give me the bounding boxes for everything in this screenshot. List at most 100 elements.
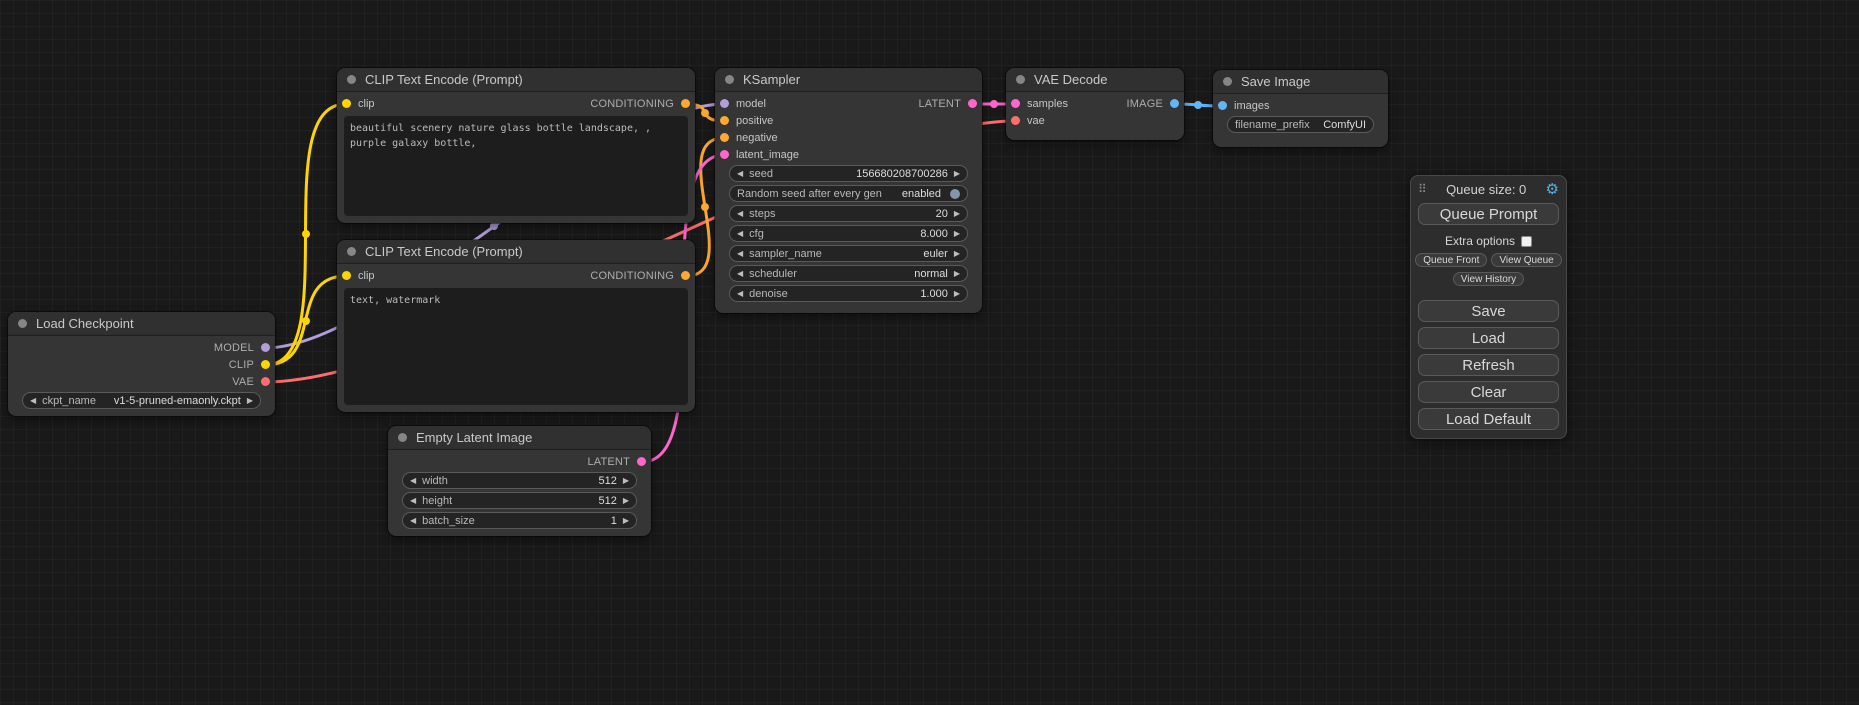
samples-input-slot[interactable] (1011, 99, 1020, 108)
node-ksampler[interactable]: KSampler model LATENT positive (715, 68, 982, 313)
collapse-dot-icon[interactable] (1016, 75, 1025, 84)
increment-arrow-icon[interactable]: ▶ (954, 230, 960, 238)
widget-value: ComfyUI (1323, 119, 1366, 131)
increment-arrow-icon[interactable]: ▶ (954, 270, 960, 278)
image-output-slot[interactable] (1170, 99, 1179, 108)
node-vae-decode[interactable]: VAE Decode samples IMAGE vae (1006, 68, 1184, 140)
latent-output-slot[interactable] (968, 99, 977, 108)
node-empty-latent-image[interactable]: Empty Latent Image LATENT ◀ width 512 ▶ … (388, 426, 651, 536)
prompt-textarea[interactable]: beautiful scenery nature glass bottle la… (344, 116, 688, 216)
load-button[interactable]: Load (1418, 327, 1559, 349)
increment-arrow-icon[interactable]: ▶ (954, 290, 960, 298)
wire-midpoint-dot (990, 100, 998, 108)
save-button[interactable]: Save (1418, 300, 1559, 322)
cfg-widget[interactable]: ◀ cfg 8.000 ▶ (729, 225, 968, 242)
vae-input-slot[interactable] (1011, 116, 1020, 125)
increment-arrow-icon[interactable]: ▶ (623, 497, 629, 505)
increment-arrow-icon[interactable]: ▶ (623, 517, 629, 525)
view-queue-button[interactable]: View Queue (1491, 253, 1561, 267)
increment-arrow-icon[interactable]: ▶ (954, 170, 960, 178)
widget-value: 512 (598, 495, 616, 507)
latent-output-slot[interactable] (637, 457, 646, 466)
prompt-textarea[interactable]: text, watermark (344, 288, 688, 405)
sampler-name-widget[interactable]: ◀ sampler_name euler ▶ (729, 245, 968, 262)
view-history-button[interactable]: View History (1453, 272, 1524, 286)
latent-image-input-slot[interactable] (720, 150, 729, 159)
ckpt-name-widget[interactable]: ◀ ckpt_name v1-5-pruned-emaonly.ckpt ▶ (22, 392, 261, 409)
denoise-widget[interactable]: ◀ denoise 1.000 ▶ (729, 285, 968, 302)
node-title-bar[interactable]: KSampler (715, 68, 982, 92)
seed-widget[interactable]: ◀ seed 156680208700286 ▶ (729, 165, 968, 182)
collapse-dot-icon[interactable] (1223, 77, 1232, 86)
node-save-image[interactable]: Save Image images filename_prefix ComfyU… (1213, 70, 1388, 147)
increment-arrow-icon[interactable]: ▶ (954, 250, 960, 258)
node-clip-text-encode-negative[interactable]: CLIP Text Encode (Prompt) clip CONDITION… (337, 240, 695, 412)
node-canvas[interactable]: Load Checkpoint MODEL CLIP VAE (0, 0, 1859, 705)
decrement-arrow-icon[interactable]: ◀ (410, 497, 416, 505)
queue-actions-row: Queue Front View Queue (1418, 253, 1559, 267)
collapse-dot-icon[interactable] (347, 247, 356, 256)
drag-handle-icon[interactable]: ⠿ (1418, 183, 1427, 195)
clip-input-slot[interactable] (342, 271, 351, 280)
steps-widget[interactable]: ◀ steps 20 ▶ (729, 205, 968, 222)
increment-arrow-icon[interactable]: ▶ (954, 210, 960, 218)
increment-arrow-icon[interactable]: ▶ (247, 397, 253, 405)
clear-button[interactable]: Clear (1418, 381, 1559, 403)
decrement-arrow-icon[interactable]: ◀ (737, 210, 743, 218)
clip-output-slot[interactable] (261, 360, 270, 369)
conditioning-output-slot[interactable] (681, 99, 690, 108)
settings-gear-icon[interactable]: ⚙ (1546, 182, 1559, 197)
slot-row: model LATENT (715, 95, 982, 112)
decrement-arrow-icon[interactable]: ◀ (30, 397, 36, 405)
model-input-slot[interactable] (720, 99, 729, 108)
queue-prompt-button[interactable]: Queue Prompt (1418, 203, 1559, 225)
filename-prefix-widget[interactable]: filename_prefix ComfyUI (1227, 116, 1374, 133)
output-label: LATENT (587, 456, 630, 468)
widget-value: 1.000 (920, 288, 948, 300)
slot-row: vae (1006, 112, 1184, 129)
decrement-arrow-icon[interactable]: ◀ (737, 250, 743, 258)
node-title-bar[interactable]: CLIP Text Encode (Prompt) (337, 240, 695, 264)
collapse-dot-icon[interactable] (725, 75, 734, 84)
decrement-arrow-icon[interactable]: ◀ (737, 290, 743, 298)
negative-input-slot[interactable] (720, 133, 729, 142)
input-label: latent_image (736, 149, 799, 161)
increment-arrow-icon[interactable]: ▶ (623, 477, 629, 485)
collapse-dot-icon[interactable] (398, 433, 407, 442)
node-clip-text-encode-positive[interactable]: CLIP Text Encode (Prompt) clip CONDITION… (337, 68, 695, 223)
node-title-bar[interactable]: Save Image (1213, 70, 1388, 94)
collapse-dot-icon[interactable] (347, 75, 356, 84)
decrement-arrow-icon[interactable]: ◀ (410, 517, 416, 525)
random-seed-toggle-widget[interactable]: Random seed after every gen enabled (729, 185, 968, 202)
decrement-arrow-icon[interactable]: ◀ (737, 230, 743, 238)
load-default-button[interactable]: Load Default (1418, 408, 1559, 430)
height-widget[interactable]: ◀ height 512 ▶ (402, 492, 637, 509)
decrement-arrow-icon[interactable]: ◀ (737, 170, 743, 178)
collapse-dot-icon[interactable] (18, 319, 27, 328)
refresh-button[interactable]: Refresh (1418, 354, 1559, 376)
queue-front-button[interactable]: Queue Front (1415, 253, 1487, 267)
model-output-slot[interactable] (261, 343, 270, 352)
node-title-bar[interactable]: Load Checkpoint (8, 312, 275, 336)
extra-options-checkbox[interactable] (1521, 236, 1532, 247)
decrement-arrow-icon[interactable]: ◀ (737, 270, 743, 278)
wire-clip-to-negative (265, 276, 346, 365)
batch-size-widget[interactable]: ◀ batch_size 1 ▶ (402, 512, 637, 529)
decrement-arrow-icon[interactable]: ◀ (410, 477, 416, 485)
images-input-slot[interactable] (1218, 101, 1227, 110)
width-widget[interactable]: ◀ width 512 ▶ (402, 472, 637, 489)
node-title-bar[interactable]: Empty Latent Image (388, 426, 651, 450)
node-title-bar[interactable]: VAE Decode (1006, 68, 1184, 92)
widget-label: filename_prefix (1235, 119, 1310, 131)
clip-input-slot[interactable] (342, 99, 351, 108)
scheduler-widget[interactable]: ◀ scheduler normal ▶ (729, 265, 968, 282)
vae-output-slot[interactable] (261, 377, 270, 386)
wire-midpoint-dot (1194, 101, 1202, 109)
node-load-checkpoint[interactable]: Load Checkpoint MODEL CLIP VAE (8, 312, 275, 416)
extra-options-label: Extra options (1445, 234, 1515, 248)
positive-input-slot[interactable] (720, 116, 729, 125)
conditioning-output-slot[interactable] (681, 271, 690, 280)
toggle-knob-icon[interactable] (950, 189, 960, 199)
node-title: KSampler (743, 72, 800, 87)
node-title-bar[interactable]: CLIP Text Encode (Prompt) (337, 68, 695, 92)
